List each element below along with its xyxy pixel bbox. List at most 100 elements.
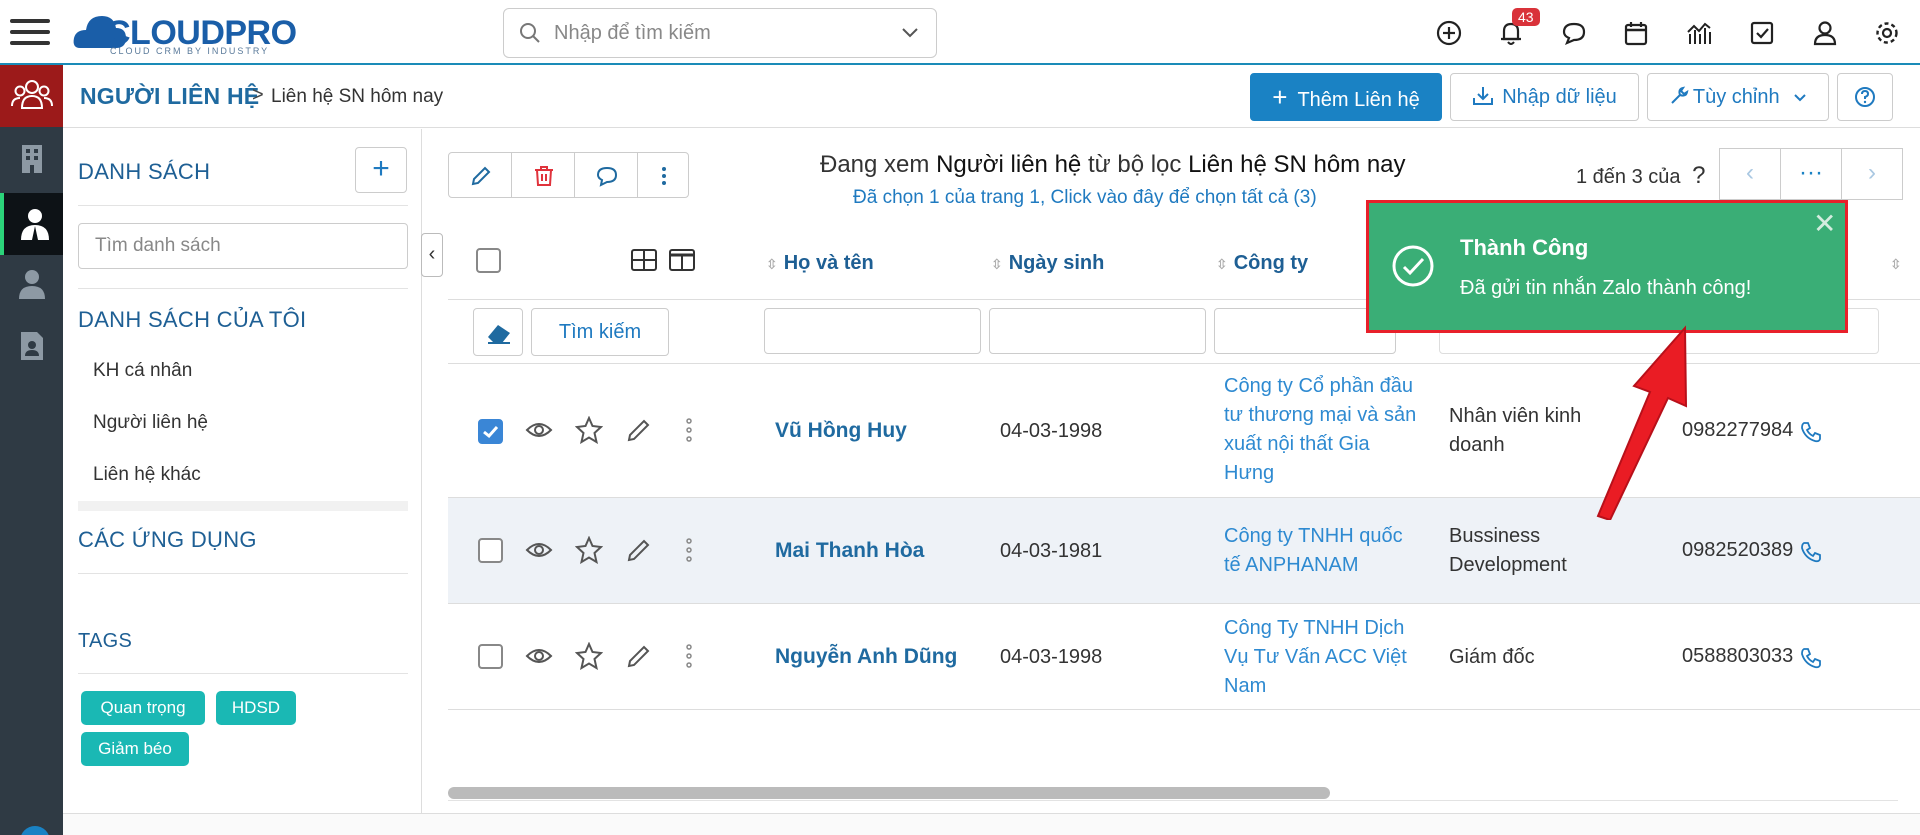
column-layout-icon[interactable] — [668, 248, 696, 272]
column-sort-extra[interactable]: ⇳ — [1890, 252, 1908, 275]
contact-name-link[interactable]: Nguyễn Anh Dũng — [775, 645, 957, 669]
row-checkbox[interactable] — [478, 538, 503, 563]
comment-icon — [596, 166, 618, 187]
contact-person-icon — [21, 209, 49, 240]
chevron-down-icon[interactable] — [900, 25, 920, 41]
add-contact-button[interactable]: + Thêm Liên hệ — [1250, 73, 1442, 121]
chat-icon[interactable] — [1559, 18, 1589, 48]
company-link[interactable]: Công ty Cổ phần đầu tư thương mại và sản… — [1224, 372, 1424, 488]
notification-badge: 43 — [1512, 8, 1540, 26]
more-vertical-icon[interactable] — [682, 416, 696, 444]
settings-gear-icon[interactable] — [1872, 18, 1902, 48]
import-data-button[interactable]: Nhập dữ liệu — [1450, 73, 1639, 121]
phone-icon[interactable] — [1800, 421, 1822, 443]
star-icon[interactable] — [575, 416, 603, 444]
phone-icon[interactable] — [1800, 647, 1822, 669]
trash-icon — [535, 166, 553, 186]
toast-close-button[interactable]: ✕ — [1813, 207, 1836, 240]
select-all-checkbox[interactable] — [476, 248, 501, 273]
search-input[interactable] — [554, 9, 894, 57]
filter-dob-input[interactable] — [989, 308, 1206, 354]
column-ngay-sinh[interactable]: ⇳ Ngày sinh — [991, 252, 1104, 275]
pencil-icon[interactable] — [625, 642, 653, 670]
star-icon[interactable] — [575, 642, 603, 670]
pager-text: 1 đến 3 của — [1576, 166, 1681, 188]
phone-number[interactable]: 0588803033 — [1682, 645, 1793, 668]
task-check-icon[interactable] — [1747, 18, 1777, 48]
prev-page-button[interactable]: ‹ — [1719, 148, 1781, 200]
list-item-kh-ca-nhan[interactable]: KH cá nhân — [93, 360, 192, 382]
list-search-input[interactable]: Tìm danh sách — [78, 223, 408, 269]
logo-subtitle: CLOUD CRM BY INDUSTRY — [110, 46, 270, 56]
contact-dob: 04-03-1998 — [1000, 646, 1103, 668]
sort-icon: ⇳ — [766, 256, 778, 272]
breadcrumb-module[interactable]: NGƯỜI LIÊN HỆ — [80, 83, 259, 110]
add-list-button[interactable]: + — [355, 147, 407, 193]
tag-hdsd[interactable]: HDSD — [216, 691, 296, 725]
row-checkbox[interactable] — [478, 644, 503, 669]
add-contact-label: Thêm Liên hệ — [1297, 89, 1420, 111]
eye-icon[interactable] — [525, 416, 553, 444]
table-search-button[interactable]: Tìm kiếm — [531, 308, 669, 356]
menu-icon[interactable] — [10, 12, 50, 52]
column-cong-ty[interactable]: ⇳ Công ty — [1216, 252, 1308, 275]
sidenav-contacts-group[interactable] — [0, 65, 63, 127]
document-contact-icon[interactable] — [19, 330, 45, 362]
clear-filter-button[interactable] — [473, 308, 523, 356]
company-link[interactable]: Công Ty TNHH Dịch Vụ Tư Vấn ACC Việt Nam — [1224, 614, 1424, 701]
pencil-icon[interactable] — [625, 416, 653, 444]
add-circle-icon[interactable] — [1434, 18, 1464, 48]
search-icon — [520, 23, 540, 43]
company-link[interactable]: Công ty TNHH quốc tế ANPHANAM — [1224, 522, 1424, 580]
divider — [448, 800, 1898, 801]
module-side-nav — [0, 65, 63, 835]
next-page-button[interactable]: › — [1841, 148, 1903, 200]
divider — [78, 673, 408, 674]
tags-title: TAGS — [78, 630, 133, 652]
row-checkbox-checked[interactable] — [478, 419, 503, 444]
collapse-panel-button[interactable]: ‹ — [421, 233, 443, 277]
contact-name-link[interactable]: Vũ Hồng Huy — [775, 419, 907, 443]
pencil-icon[interactable] — [625, 536, 653, 564]
delete-button[interactable] — [511, 152, 575, 198]
phone-number[interactable]: 0982520389 — [1682, 539, 1793, 562]
pager-total-unknown[interactable]: ? — [1692, 162, 1705, 189]
user-profile-icon[interactable] — [1810, 18, 1840, 48]
help-button[interactable] — [1837, 73, 1893, 121]
calendar-icon[interactable] — [1621, 18, 1651, 48]
person-icon[interactable] — [17, 268, 47, 300]
list-item-nguoi-lien-he[interactable]: Người liên hệ — [93, 412, 208, 434]
more-vertical-icon[interactable] — [682, 536, 696, 564]
select-all-link[interactable]: Đã chọn 1 của trang 1, Click vào đây để … — [853, 187, 1317, 209]
pencil-icon — [471, 166, 491, 186]
view-info-filter: Liên hệ SN hôm nay — [1188, 151, 1406, 178]
contact-dob: 04-03-1998 — [1000, 420, 1103, 442]
star-icon[interactable] — [575, 536, 603, 564]
more-vertical-icon[interactable] — [682, 642, 696, 670]
horizontal-scrollbar[interactable] — [448, 787, 1330, 799]
sidenav-contacts[interactable] — [0, 193, 63, 255]
page-more-button[interactable]: ··· — [1780, 148, 1842, 200]
bottom-status-bar — [63, 813, 1920, 835]
eye-icon[interactable] — [525, 536, 553, 564]
tag-quan-trong[interactable]: Quan trọng — [81, 691, 205, 725]
list-item-lien-he-khac[interactable]: Liên hệ khác — [93, 464, 201, 486]
edit-button[interactable] — [448, 152, 512, 198]
divider — [78, 205, 408, 206]
more-actions-button[interactable] — [637, 152, 689, 198]
grid-layout-icon[interactable] — [630, 248, 658, 272]
phone-icon[interactable] — [1800, 541, 1822, 563]
building-icon[interactable] — [18, 143, 46, 175]
global-search[interactable] — [503, 8, 937, 58]
eye-icon[interactable] — [525, 642, 553, 670]
column-ho-va-ten[interactable]: ⇳ Họ và tên — [766, 252, 874, 275]
contact-name-link[interactable]: Mai Thanh Hòa — [775, 539, 924, 563]
column-cong-ty-label: Công ty — [1233, 252, 1309, 274]
filter-name-input[interactable] — [764, 308, 981, 354]
customize-button[interactable]: Tùy chỉnh — [1647, 73, 1829, 121]
comment-button[interactable] — [574, 152, 638, 198]
tag-giam-beo[interactable]: Giảm béo — [81, 732, 189, 766]
toast-title: Thành Công — [1460, 235, 1589, 260]
report-chart-icon[interactable] — [1684, 18, 1714, 48]
apps-title: CÁC ỨNG DỤNG — [78, 527, 257, 552]
